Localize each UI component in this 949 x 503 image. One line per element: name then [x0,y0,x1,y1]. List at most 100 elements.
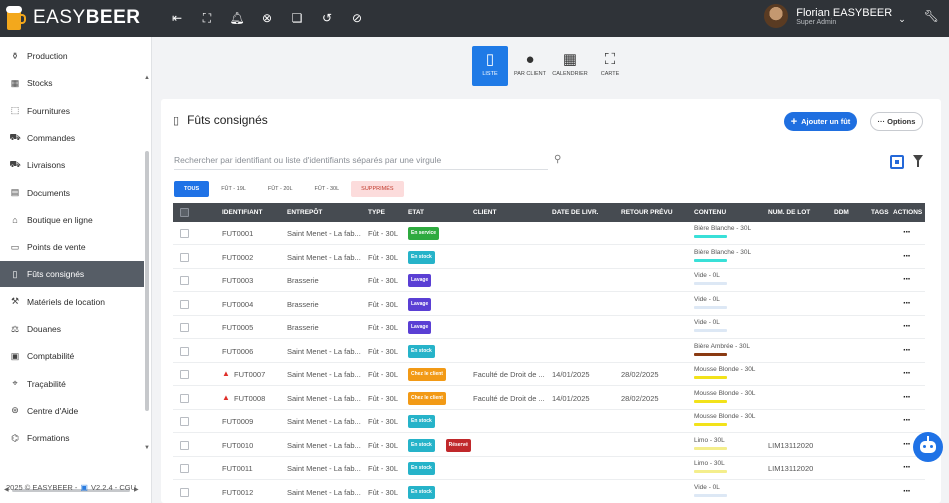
more-actions-icon[interactable]: ··· [903,462,911,473]
sidebar-item-formations[interactable]: ⌬ Formations [0,425,144,451]
search-input[interactable]: Rechercher par identifiant ou liste d'id… [174,152,548,170]
tab-1[interactable]: FÛT - 19L [211,181,256,197]
row-checkbox[interactable] [180,464,189,473]
version-link[interactable]: V2.2.4 - CGU [91,483,136,492]
table-row[interactable]: FUT0005 Brasserie Fût - 30L Lavage Vide - 0L… [173,316,925,339]
more-actions-icon[interactable]: ··· [903,274,911,285]
more-actions-icon[interactable]: ··· [903,486,911,497]
add-keg-button[interactable]: + Ajouter un fût [784,112,857,131]
sidebar-item-commandes[interactable]: ⛟ Commandes [0,125,144,151]
row-checkbox[interactable] [180,487,189,497]
keg-id: FUT0002 [222,252,254,262]
col-etat[interactable]: ETAT [408,209,424,216]
sidebar-item-stocks[interactable]: ▦ Stocks [0,70,144,96]
sidebar-item-production[interactable]: ⚱ Production [0,43,144,69]
sidebar-item-points-de-vente[interactable]: ▭ Points de vente [0,234,144,260]
search-icon[interactable]: ⚲ [554,154,561,165]
more-actions-icon[interactable]: ··· [903,321,911,332]
view-par-client[interactable]: ● PAR CLIENT [512,46,548,86]
tag-off-icon[interactable]: ⊘ [342,10,372,26]
sidebar-scrollbar[interactable] [145,151,149,411]
sidebar-item-tra-abilit-[interactable]: ⌖ Traçabilité [0,371,144,397]
sidebar-item-boutique-en-ligne[interactable]: ⌂ Boutique en ligne [0,207,144,233]
tab-0[interactable]: TOUS [174,181,210,197]
wrench-icon[interactable]: 🔧︎ [924,9,939,23]
row-checkbox[interactable] [180,252,189,262]
view-carte[interactable]: ⛶ CARTE [592,46,628,86]
table-row[interactable]: FUT0006 Saint Menet - La fab... Fût - 30L E… [173,340,925,363]
scroll-down-arrow-icon[interactable]: ▼ [144,445,150,451]
more-actions-icon[interactable]: ··· [903,345,911,356]
copyright-text: 2025 © EASYBEER - [6,483,78,492]
keg-id: FUT0006 [222,346,254,356]
row-checkbox[interactable] [180,299,189,309]
row-checkbox[interactable] [180,323,189,332]
table-row[interactable]: FUT0004 Brasserie Fût - 30L Lavage Vide - 0L… [173,293,925,316]
sidebar-item-douanes[interactable]: ⚖ Douanes [0,316,144,342]
table-row[interactable]: FUT0010 Saint Menet - La fab... Fût - 30L E… [173,434,925,457]
view-calendrier[interactable]: ▦ CALENDRIER [552,46,588,86]
col-type[interactable]: TYPE [368,209,385,216]
table-row[interactable]: ▲ FUT0008 Saint Menet - La fab... Fût - 30L… [173,387,925,410]
col-contenu[interactable]: CONTENU [694,209,726,216]
sidebar-footer: 2025 © EASYBEER - ▣ V2.2.4 - CGU [6,483,136,492]
sidebar-item-f-ts-consign-s[interactable]: ▯ Fûts consignés [0,261,144,288]
col-num-lot[interactable]: NUM. DE LOT [768,209,810,216]
qr-scan-icon[interactable] [890,155,904,169]
more-actions-icon[interactable]: ··· [903,415,911,426]
row-checkbox[interactable] [180,276,189,285]
collapse-menu-icon[interactable]: ⇤ [162,10,192,26]
row-checkbox[interactable] [180,440,189,450]
table-row[interactable]: ▲ FUT0007 Saint Menet - La fab... Fût - 30L… [173,363,925,386]
table-row[interactable]: FUT0001 Saint Menet - La fab... Fût - 30L E… [173,222,925,245]
more-actions-icon[interactable]: ··· [903,298,911,309]
close-circle-icon[interactable]: ⊗ [252,10,282,26]
easybeer-logo[interactable]: EASYBEER [6,5,141,31]
col-ddm[interactable]: DDM [834,209,849,216]
tab-4[interactable]: SUPPRIMÉS [351,181,404,197]
table-row[interactable]: FUT0003 Brasserie Fût - 30L Lavage Vide - 0L… [173,269,925,292]
options-button[interactable]: ··· Options [870,112,923,131]
sidebar-item-documents[interactable]: ▤ Documents [0,180,144,206]
row-checkbox[interactable] [180,370,189,379]
row-checkbox[interactable] [180,346,189,356]
col-identifiant[interactable]: IDENTIFIANT [222,209,262,216]
chevron-down-icon[interactable]: ⌄ [898,14,906,25]
filter-icon[interactable] [913,155,923,167]
sidebar-item-comptabilit-[interactable]: ▣ Comptabilité [0,343,144,369]
table-row[interactable]: FUT0002 Saint Menet - La fab... Fût - 30L E… [173,246,925,269]
view-liste[interactable]: ▯ LISTE [472,46,508,86]
row-checkbox[interactable] [180,393,189,403]
col-entrepot[interactable]: ENTREPÔT [287,209,322,216]
more-actions-icon[interactable]: ··· [903,392,911,403]
table-row[interactable]: FUT0012 Saint Menet - La fab... Fût - 30L E… [173,481,925,503]
chat-icon[interactable]: ❏ [282,10,312,26]
row-checkbox[interactable] [180,417,189,426]
scroll-up-arrow-icon[interactable]: ▲ [144,75,150,81]
table-row[interactable]: FUT0011 Saint Menet - La fab... Fût - 30L E… [173,457,925,480]
more-actions-icon[interactable]: ··· [903,439,911,450]
history-icon[interactable]: ↺ [312,10,342,26]
more-actions-icon[interactable]: ··· [903,227,911,238]
table-row[interactable]: FUT0009 Saint Menet - La fab... Fût - 30L E… [173,410,925,433]
col-client[interactable]: CLIENT [473,209,496,216]
sidebar-item-fournitures[interactable]: ⬚ Fournitures [0,98,144,124]
view-label: CARTE [600,71,620,77]
sidebar-item-livraisons[interactable]: ⛟ Livraisons [0,152,144,178]
bell-icon[interactable]: 🔔︎ [222,10,252,26]
more-actions-icon[interactable]: ··· [903,251,911,262]
news-icon[interactable]: ▣ [80,483,88,492]
sidebar-item-mat-riels-de-location[interactable]: ⚒ Matériels de location [0,289,144,315]
select-all-checkbox[interactable] [180,208,189,217]
tab-2[interactable]: FÛT - 20L [258,181,303,197]
chatbot-button[interactable] [913,432,943,462]
box-icon: ⬚ [10,105,20,116]
sidebar-item-centre-d-aide[interactable]: ⊛ Centre d'Aide [0,398,144,424]
col-date-livraison[interactable]: DATE DE LIVR. [552,209,598,216]
fullscreen-icon[interactable]: ⛶ [192,10,222,26]
user-menu[interactable]: Florian EASYBEER Super Admin ⌄ 🔧︎ [764,4,939,28]
col-retour-prevu[interactable]: RETOUR PRÉVU [621,209,673,216]
tab-3[interactable]: FÛT - 30L [305,181,350,197]
more-actions-icon[interactable]: ··· [903,368,911,379]
row-checkbox[interactable] [180,229,189,238]
